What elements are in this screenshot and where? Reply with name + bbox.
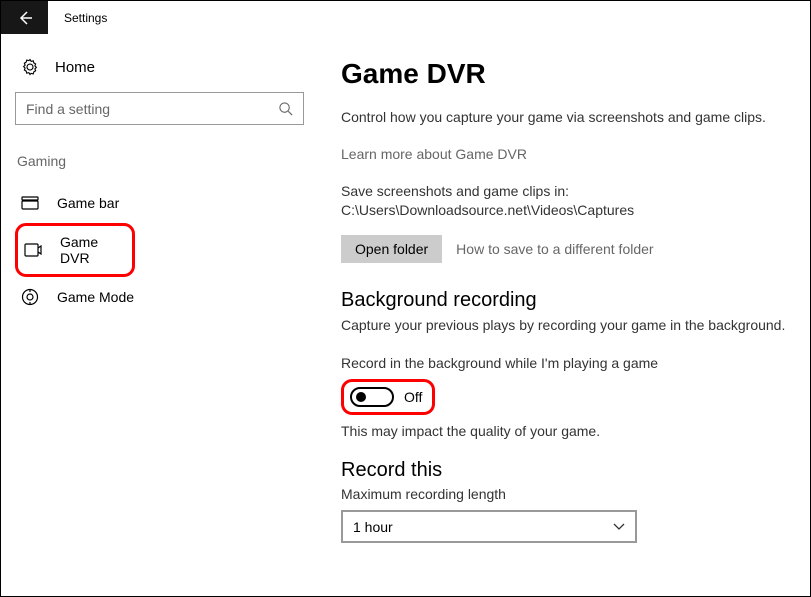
- app-title: Settings: [48, 11, 107, 25]
- arrow-left-icon: [17, 10, 33, 26]
- titlebar: Settings: [1, 1, 810, 34]
- page-description: Control how you capture your game via sc…: [341, 108, 790, 128]
- toggle-knob: [356, 392, 366, 402]
- max-length-select[interactable]: 1 hour: [341, 510, 637, 543]
- game-bar-icon: [21, 194, 39, 212]
- background-recording-heading: Background recording: [341, 289, 790, 312]
- search-input[interactable]: [26, 101, 266, 117]
- sidebar-item-game-dvr[interactable]: Game DVR: [15, 223, 135, 277]
- background-recording-desc: Capture your previous plays by recording…: [341, 316, 790, 336]
- toggle-label: Record in the background while I'm playi…: [341, 355, 790, 371]
- page-title: Game DVR: [341, 58, 790, 90]
- game-mode-icon: [21, 288, 39, 306]
- sidebar: Home Gaming Game bar Game DVR: [1, 34, 319, 596]
- back-button[interactable]: [1, 1, 48, 34]
- gear-icon: [21, 58, 39, 76]
- max-length-label: Maximum recording length: [341, 486, 790, 502]
- search-box[interactable]: [15, 92, 304, 125]
- sidebar-item-label: Game DVR: [60, 234, 126, 266]
- chevron-down-icon: [613, 523, 625, 531]
- background-record-toggle-group: Off: [341, 379, 435, 415]
- open-folder-button[interactable]: Open folder: [341, 235, 442, 263]
- record-this-heading: Record this: [341, 459, 790, 482]
- sidebar-item-game-bar[interactable]: Game bar: [15, 183, 305, 223]
- sidebar-item-label: Game bar: [57, 195, 119, 211]
- search-icon: [278, 101, 293, 116]
- learn-more-link[interactable]: Learn more about Game DVR: [341, 146, 790, 162]
- sidebar-item-game-mode[interactable]: Game Mode: [15, 277, 305, 317]
- save-path-text: Save screenshots and game clips in: C:\U…: [341, 182, 790, 221]
- background-record-toggle[interactable]: [350, 387, 394, 407]
- toggle-state-label: Off: [404, 389, 422, 405]
- category-label: Gaming: [15, 153, 305, 169]
- home-nav[interactable]: Home: [15, 48, 305, 86]
- home-label: Home: [55, 59, 95, 76]
- sidebar-item-label: Game Mode: [57, 289, 134, 305]
- impact-note: This may impact the quality of your game…: [341, 423, 790, 439]
- select-value: 1 hour: [353, 519, 393, 535]
- folder-help-link[interactable]: How to save to a different folder: [456, 241, 653, 257]
- game-dvr-icon: [24, 241, 42, 259]
- main-pane: Game DVR Control how you capture your ga…: [319, 34, 810, 596]
